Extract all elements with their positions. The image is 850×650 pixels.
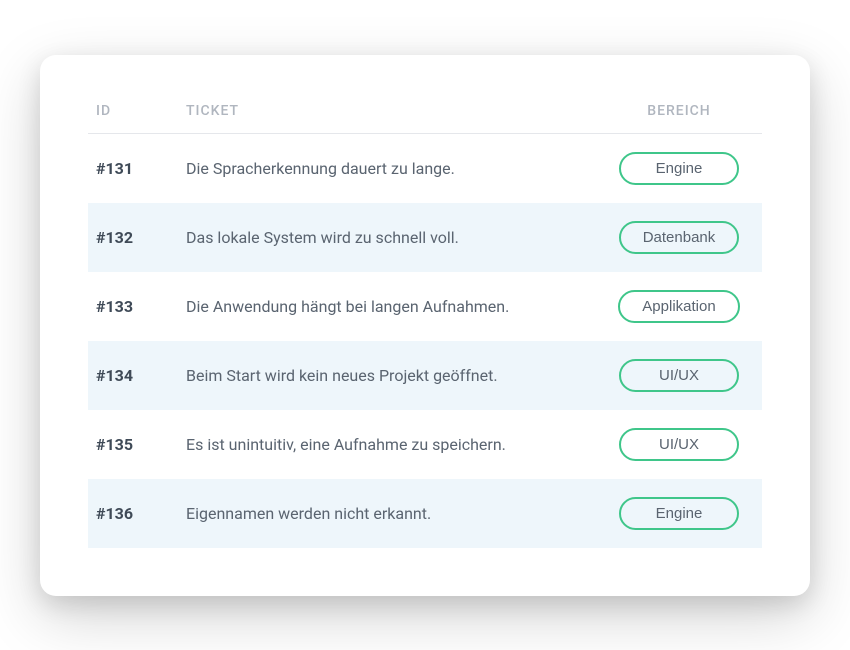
cell-ticket: Das lokale System wird zu schnell voll. [186, 228, 604, 247]
cell-id: #131 [96, 159, 186, 178]
header-ticket: TICKET [186, 103, 604, 119]
bereich-pill[interactable]: Datenbank [619, 221, 740, 254]
bereich-pill[interactable]: UI/UX [619, 359, 739, 392]
header-bereich: BEREICH [604, 103, 754, 119]
header-id: ID [96, 103, 186, 119]
table-row[interactable]: #136 Eigennamen werden nicht erkannt. En… [88, 479, 762, 548]
cell-id: #132 [96, 228, 186, 247]
bereich-pill[interactable]: Applikation [618, 290, 739, 323]
table-row[interactable]: #131 Die Spracherkennung dauert zu lange… [88, 134, 762, 203]
cell-bereich: Engine [604, 497, 754, 530]
cell-ticket: Die Anwendung hängt bei langen Aufnahmen… [186, 297, 604, 316]
cell-ticket: Die Spracherkennung dauert zu lange. [186, 159, 604, 178]
table-row[interactable]: #135 Es ist unintuitiv, eine Aufnahme zu… [88, 410, 762, 479]
cell-ticket: Es ist unintuitiv, eine Aufnahme zu spei… [186, 435, 604, 454]
cell-ticket: Beim Start wird kein neues Projekt geöff… [186, 366, 604, 385]
cell-bereich: Engine [604, 152, 754, 185]
ticket-table-card: ID TICKET BEREICH #131 Die Spracherkennu… [40, 55, 810, 596]
cell-bereich: Datenbank [604, 221, 754, 254]
cell-id: #135 [96, 435, 186, 454]
bereich-pill[interactable]: Engine [619, 497, 739, 530]
bereich-pill[interactable]: UI/UX [619, 428, 739, 461]
cell-bereich: Applikation [604, 290, 754, 323]
cell-bereich: UI/UX [604, 359, 754, 392]
cell-id: #133 [96, 297, 186, 316]
table-row[interactable]: #132 Das lokale System wird zu schnell v… [88, 203, 762, 272]
table-row[interactable]: #133 Die Anwendung hängt bei langen Aufn… [88, 272, 762, 341]
cell-id: #134 [96, 366, 186, 385]
cell-bereich: UI/UX [604, 428, 754, 461]
table-row[interactable]: #134 Beim Start wird kein neues Projekt … [88, 341, 762, 410]
table-header: ID TICKET BEREICH [88, 103, 762, 134]
cell-ticket: Eigennamen werden nicht erkannt. [186, 504, 604, 523]
cell-id: #136 [96, 504, 186, 523]
bereich-pill[interactable]: Engine [619, 152, 739, 185]
